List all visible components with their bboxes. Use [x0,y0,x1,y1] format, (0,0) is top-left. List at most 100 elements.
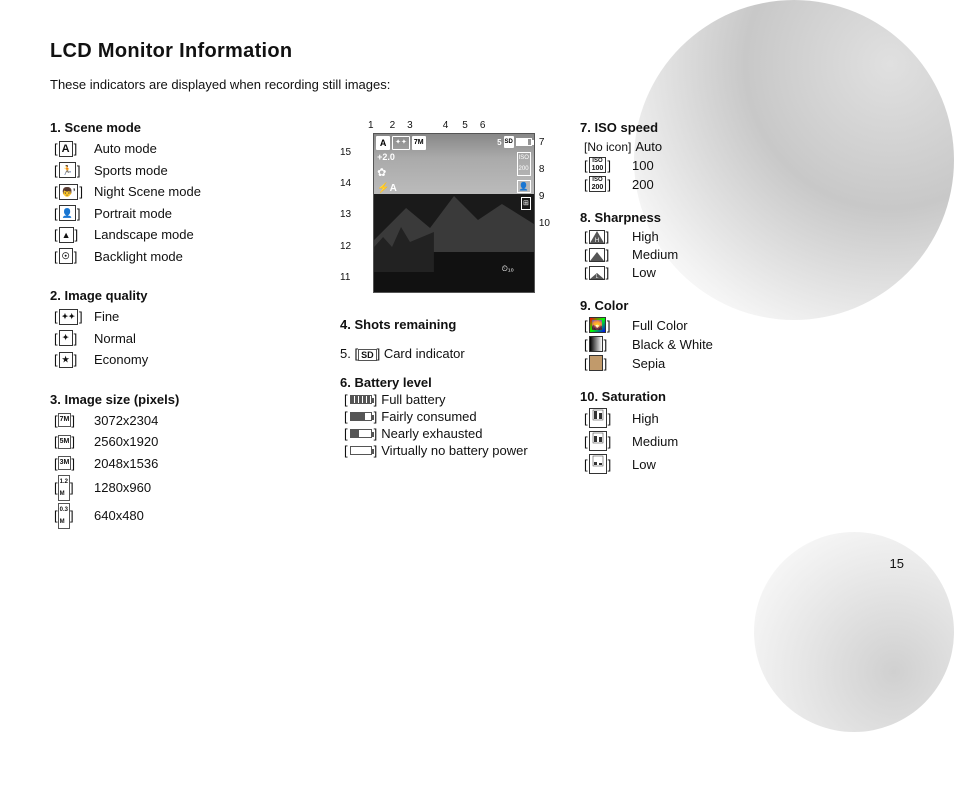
list-item: [ ✦✦ ] Fine [54,307,320,327]
section6: 6. Battery level [ ] Full battery [ [340,375,528,458]
size-5m-icon: [ 5M ] [54,432,90,452]
section-saturation: 10. Saturation [ ] [580,389,870,474]
diagram-num-3: 3 [407,120,413,131]
quality-list: [ ✦✦ ] Fine [ ✦ ] Normal [50,307,320,370]
diagram-num-5: 5 [462,120,468,131]
sat-low-icon: [ ] [584,454,624,474]
cam-iso-display: ISO200 [517,152,531,176]
section-scene-mode: 1. Scene mode [ A ] Auto mode [ 🏃 [50,120,320,266]
section-iso: 7. ISO speed [No icon] Auto [ ISO [580,120,870,192]
size-3m-icon: [ 3M ] [54,454,90,474]
section5-title: 5. [SD] Card indicator [340,346,528,361]
color-full-icon: [ 🌄 ] [584,317,624,333]
iso-200-icon: [ ISO 200 ] [584,176,624,192]
left-column: 1. Scene mode [ A ] Auto mode [ 🏃 [50,120,330,551]
list-item: [ ] Medium [584,247,870,262]
sharpness-high-icon: [ H ] [584,229,624,244]
list-item: [ 👦’ ] Night Scene mode [54,182,320,202]
iso-list: [No icon] Auto [ ISO 100 ] [580,139,870,192]
backlight-mode-icon: [ ☉ ] [54,247,90,267]
section8-title: 8. Sharpness [580,210,870,225]
list-item: [ 🏃 ] Sports mode [54,161,320,181]
list-item: [ H ] High [584,229,870,244]
list-item: [ ] Sepia [584,355,870,371]
cam-scene-icon: A [376,136,390,150]
battery-3q-item: [ ] Fairly consumed [344,409,528,424]
diagram-num-12: 12 [340,241,351,252]
scene-mode-list: [ A ] Auto mode [ 🏃 ] Sports mode [50,139,320,266]
page-number: 15 [890,556,904,571]
fine-quality-icon: [ ✦✦ ] [54,307,90,327]
cam-battery-icon [516,138,532,146]
camera-diagram: 1 2 3 4 5 6 15 14 13 12 11 [340,120,550,293]
cam-face-icon: 👤 [517,180,531,193]
normal-quality-icon: [ ✦ ] [54,329,90,349]
list-item: [ A ] Auto mode [54,139,320,159]
diagram-num-4: 4 [443,120,449,131]
section-sharpness: 8. Sharpness [ H ] [580,210,870,280]
cam-card-icon: SD [504,136,514,148]
page-subtitle: These indicators are displayed when reco… [50,77,904,92]
economy-quality-icon: [ ★ ] [54,350,90,370]
middle-column: 1 2 3 4 5 6 15 14 13 12 11 [330,120,560,551]
cam-size-icon: 7M [412,136,426,150]
cam-shots: 5 [497,138,501,147]
size-7m-icon: [ 7M ] [54,411,90,431]
size-03m-icon: [ 0.3M ] [54,503,90,529]
cam-exposure-value: +2.0 [377,152,397,162]
battery-full-item: [ ] Full battery [344,392,528,407]
cam-grid-icon: ⊞ [521,197,531,210]
portrait-mode-icon: [ 👤 ] [54,204,90,224]
cam-top-right: 5 SD [497,136,532,148]
diagram-num-8: 8 [539,164,550,175]
section1-title: 1. Scene mode [50,120,320,135]
diagram-num-9: 9 [539,191,550,202]
page-title: LCD Monitor Information [50,40,904,63]
list-item: [ ] Black & White [584,336,870,352]
list-item: [ ✦ ] Normal [54,329,320,349]
cam-quality-icon: ✦✦ [392,136,410,150]
iso-100-icon: [ ISO 100 ] [584,157,624,173]
diagram-num-2: 2 [390,120,396,131]
battery-full-icon [350,395,372,404]
list-item: [ ISO 100 ] 100 [584,157,870,173]
sharpness-low-icon: [ L ] [584,265,624,280]
list-item: [ 5M ] 2560x1920 [54,432,320,452]
battery-half-item: [ ] Nearly exhausted [344,426,528,441]
size-list: [ 7M ] 3072x2304 [ 5M ] 2560x1920 [50,411,320,530]
list-item: [ 3M ] 2048x1536 [54,454,320,474]
diagram-num-7: 7 [539,137,550,148]
svg-text:L: L [595,274,598,279]
list-item: [ ] Medium [584,431,870,451]
diagram-num-11: 11 [340,272,351,283]
section9-title: 9. Color [580,298,870,313]
battery-empty-icon [350,446,372,455]
night-mode-icon: [ 👦’ ] [54,182,90,202]
list-item: [ 7M ] 3072x2304 [54,411,320,431]
cam-timer-icon: ⏲₁₀ [502,264,514,274]
section6-title: 6. Battery level [340,375,528,390]
battery-half-icon [350,429,372,438]
diagram-num-6: 6 [480,120,486,131]
section4: 4. Shots remaining [340,317,528,332]
cam-top-icons: A ✦✦ 7M [376,136,425,150]
list-item: [ ▲ ] Landscape mode [54,225,320,245]
color-list: [ 🌄 ] Full Color [ ] Black & White [580,317,870,371]
size-1m-icon: [ 1.2M ] [54,475,90,501]
list-item: [ ☉ ] Backlight mode [54,247,320,267]
diagram-num-1: 1 [368,120,374,131]
sports-mode-icon: [ 🏃 ] [54,161,90,181]
section-image-size: 3. Image size (pixels) [ 7M ] 3072x2304 … [50,392,320,530]
sat-high-icon: [ ] [584,408,624,428]
list-item: [ ] High [584,408,870,428]
sharpness-medium-icon: [ ] [584,247,624,262]
auto-mode-icon: [ A ] [54,139,90,159]
cam-right-numbers: 7 8 9 10 [539,133,550,229]
diagram-num-14: 14 [340,178,351,189]
section-image-quality: 2. Image quality [ ✦✦ ] Fine [ ✦ [50,288,320,370]
diagram-num-13: 13 [340,209,351,220]
battery-low-item: [ ] Virtually no battery power [344,443,528,458]
battery-3q-icon [350,412,372,421]
list-item: [ 👤 ] Portrait mode [54,204,320,224]
iso-auto-icon: [No icon] [584,140,631,154]
